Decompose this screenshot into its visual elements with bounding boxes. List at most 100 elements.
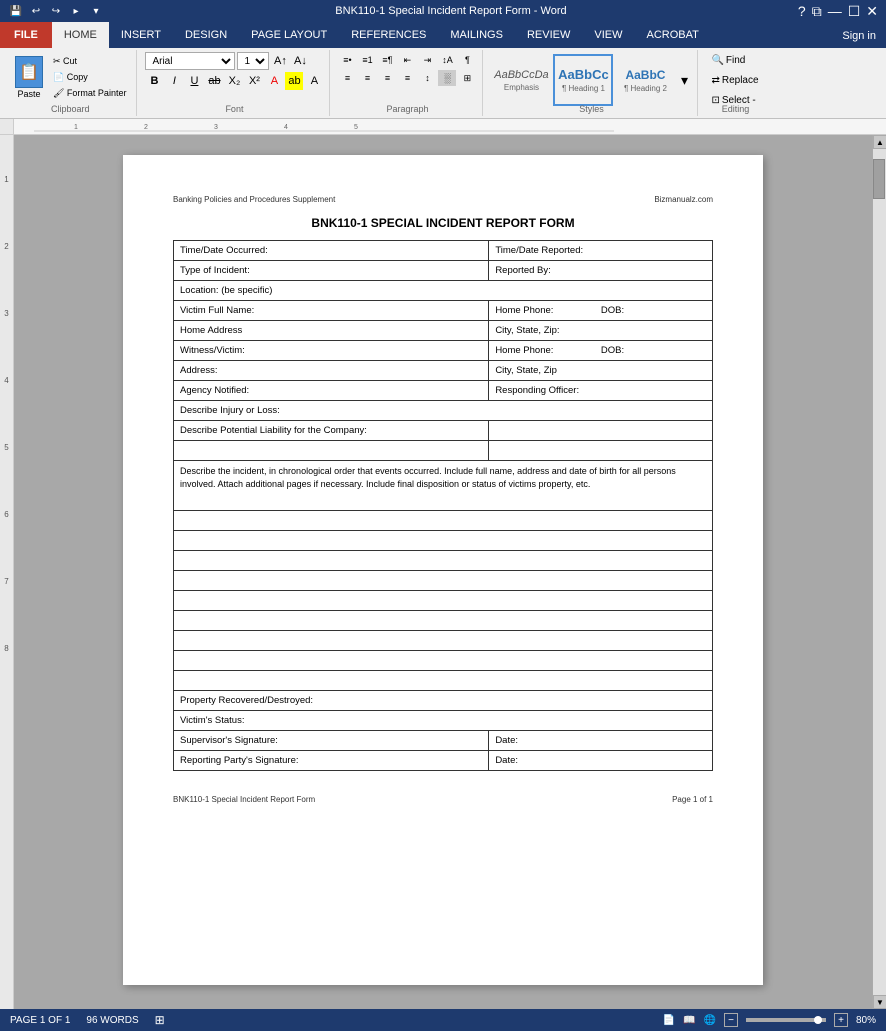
tab-mailings[interactable]: MAILINGS xyxy=(438,22,515,48)
zoom-slider[interactable] xyxy=(746,1018,826,1022)
help-icon[interactable]: ? xyxy=(798,3,806,19)
victim-status-label: Victim's Status: xyxy=(174,711,713,731)
table-row: Agency Notified: Responding Officer: xyxy=(174,381,713,401)
line-spacing-button[interactable]: ↕ xyxy=(418,70,436,86)
minimize-icon[interactable]: — xyxy=(828,3,842,19)
zoom-plus-button[interactable]: + xyxy=(834,1013,848,1027)
tab-acrobat[interactable]: ACROBAT xyxy=(634,22,710,48)
tab-design[interactable]: DESIGN xyxy=(173,22,239,48)
witness-phone-dob-label: Home Phone: DOB: xyxy=(489,341,713,361)
view-mode-icon[interactable]: 📄 xyxy=(663,1015,675,1026)
ruler-svg: 1 2 3 4 5 xyxy=(14,119,886,134)
heading1-label: ¶ Heading 1 xyxy=(562,84,605,93)
table-row: Location: (be specific) xyxy=(174,281,713,301)
subscript-button[interactable]: X₂ xyxy=(225,72,243,90)
borders-button[interactable]: ⊞ xyxy=(458,70,476,86)
underline-button[interactable]: U xyxy=(185,72,203,90)
shading-button[interactable]: ░ xyxy=(438,70,456,86)
tab-view[interactable]: VIEW xyxy=(582,22,634,48)
ribbon-content: 📋 Paste ✂ Cut 📄 Copy 🖌 Format Painter Cl… xyxy=(0,48,886,118)
tab-references[interactable]: REFERENCES xyxy=(339,22,438,48)
clipboard-group: 📋 Paste ✂ Cut 📄 Copy 🖌 Format Painter Cl… xyxy=(4,50,137,116)
more-icon[interactable]: ▾ xyxy=(88,3,104,19)
scroll-track[interactable] xyxy=(873,149,886,995)
reported-by-label: Reported By: xyxy=(489,261,713,281)
undo-icon[interactable]: ↩ xyxy=(28,3,44,19)
align-center-button[interactable]: ≡ xyxy=(358,70,376,86)
format-painter-button[interactable]: 🖌 Format Painter xyxy=(49,86,130,101)
read-mode-icon[interactable]: 📖 xyxy=(683,1015,695,1026)
font-color-button[interactable]: A xyxy=(305,72,323,90)
victim-phone-dob-label: Home Phone: DOB: xyxy=(489,301,713,321)
scroll-down-button[interactable]: ▼ xyxy=(873,995,886,1009)
footer-left: BNK110-1 Special Incident Report Form xyxy=(173,795,315,804)
decrease-indent-button[interactable]: ⇤ xyxy=(398,52,416,68)
bold-button[interactable]: B xyxy=(145,72,163,90)
vertical-scrollbar[interactable]: ▲ ▼ xyxy=(872,135,886,1009)
styles-more-button[interactable]: ▾ xyxy=(677,54,691,106)
maximize-icon[interactable]: ☐ xyxy=(848,3,861,20)
redo-icon[interactable]: ↪ xyxy=(48,3,64,19)
numbering-button[interactable]: ≡1 xyxy=(358,52,376,68)
layout-icon[interactable]: ⊞ xyxy=(155,1013,165,1027)
tab-page-layout[interactable]: PAGE LAYOUT xyxy=(239,22,339,48)
multilevel-button[interactable]: ≡¶ xyxy=(378,52,396,68)
tab-home[interactable]: HOME xyxy=(52,22,109,48)
editing-group: 🔍 Find ⇄ Replace ⊡ Select - Editing xyxy=(700,50,770,116)
style-emphasis[interactable]: AaBbCcDa Emphasis xyxy=(491,54,551,106)
replace-button[interactable]: ⇄ Replace xyxy=(706,72,763,89)
lines-row xyxy=(174,611,713,631)
font-name-select[interactable]: Arial xyxy=(145,52,235,70)
grow-font-button[interactable]: A↑ xyxy=(271,52,289,70)
align-left-button[interactable]: ≡ xyxy=(338,70,356,86)
tab-review[interactable]: REVIEW xyxy=(515,22,582,48)
empty-cell-2 xyxy=(489,441,713,461)
cut-button[interactable]: ✂ Cut xyxy=(49,54,130,69)
run-icon[interactable]: ▸ xyxy=(68,3,84,19)
superscript-button[interactable]: X² xyxy=(245,72,263,90)
document-scroll-area[interactable]: Banking Policies and Procedures Suppleme… xyxy=(14,135,872,1009)
ruler-area: 1 2 3 4 5 xyxy=(0,119,886,135)
text-color-button[interactable]: A xyxy=(265,72,283,90)
witness-label: Witness/Victim: xyxy=(174,341,489,361)
copy-button[interactable]: 📄 Copy xyxy=(49,70,130,85)
font-size-select[interactable]: 12 xyxy=(237,52,269,70)
highlight-button[interactable]: ab xyxy=(285,72,303,90)
close-icon[interactable]: ✕ xyxy=(866,3,878,20)
paste-button[interactable]: 📋 Paste xyxy=(10,53,48,102)
show-marks-button[interactable]: ¶ xyxy=(458,52,476,68)
table-row: Witness/Victim: Home Phone: DOB: xyxy=(174,341,713,361)
strikethrough-button[interactable]: ab xyxy=(205,72,223,90)
shrink-font-button[interactable]: A↓ xyxy=(291,52,309,70)
header-left: Banking Policies and Procedures Suppleme… xyxy=(173,195,335,204)
scroll-thumb[interactable] xyxy=(873,159,885,199)
ruler-corner xyxy=(0,119,14,134)
increase-indent-button[interactable]: ⇥ xyxy=(418,52,436,68)
liability-value xyxy=(489,421,713,441)
sign-in-button[interactable]: Sign in xyxy=(832,26,886,46)
bullets-button[interactable]: ≡• xyxy=(338,52,356,68)
restore-icon[interactable]: ⧉ xyxy=(812,3,822,20)
sort-button[interactable]: ↕A xyxy=(438,52,456,68)
align-right-button[interactable]: ≡ xyxy=(378,70,396,86)
svg-text:5: 5 xyxy=(354,124,358,131)
scroll-up-button[interactable]: ▲ xyxy=(873,135,886,149)
find-button[interactable]: 🔍 Find xyxy=(706,52,750,69)
justify-button[interactable]: ≡ xyxy=(398,70,416,86)
zoom-minus-button[interactable]: − xyxy=(724,1013,738,1027)
reporting-date-label: Date: xyxy=(489,751,713,771)
table-row: Reporting Party's Signature: Date: xyxy=(174,751,713,771)
style-heading1[interactable]: AaBbCc ¶ Heading 1 xyxy=(553,54,613,106)
style-heading2[interactable]: AaBbC ¶ Heading 2 xyxy=(615,54,675,106)
tab-file[interactable]: FILE xyxy=(0,22,52,48)
web-view-icon[interactable]: 🌐 xyxy=(704,1015,716,1026)
location-label: Location: (be specific) xyxy=(174,281,713,301)
status-left: PAGE 1 OF 1 96 WORDS ⊞ xyxy=(10,1013,165,1027)
zoom-thumb[interactable] xyxy=(814,1016,822,1024)
svg-text:4: 4 xyxy=(284,124,288,131)
status-right: 📄 📖 🌐 − + 80% xyxy=(663,1013,876,1027)
save-icon[interactable]: 💾 xyxy=(8,3,24,19)
tab-insert[interactable]: INSERT xyxy=(109,22,173,48)
find-icon: 🔍 xyxy=(711,55,723,66)
italic-button[interactable]: I xyxy=(165,72,183,90)
